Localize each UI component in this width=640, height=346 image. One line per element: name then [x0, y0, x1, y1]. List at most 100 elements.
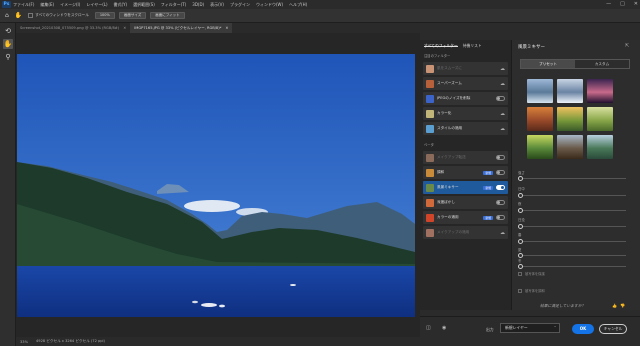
filter-toggle[interactable]	[496, 155, 505, 160]
filter-color-transfer[interactable]: カラーの適用 新規	[423, 211, 508, 224]
rotate-view-icon[interactable]: ⟲	[3, 26, 13, 36]
fit-screen-button[interactable]: 画面サイズ	[118, 12, 147, 19]
preset-thumbnail[interactable]	[587, 79, 613, 103]
zoom-100-button[interactable]: 100%	[94, 12, 115, 19]
harmonize-subject-checkbox[interactable]: 被写体を調和	[518, 288, 545, 293]
slider-track[interactable]	[520, 178, 626, 179]
tab-document-1[interactable]: Screenshot_20210308_075509.png @ 33.3% (…	[16, 23, 130, 33]
filter-name: 肌をスムーズに	[437, 66, 462, 70]
slider-knob[interactable]	[518, 239, 523, 244]
preset-thumbnail[interactable]	[557, 107, 583, 131]
tab-document-2[interactable]: IMGP7165.JPG @ 33% (ピクセルレイヤー, RGB/8)* ✕	[130, 23, 233, 33]
filter-toggle[interactable]	[496, 96, 505, 101]
tab-presets[interactable]: プリセット	[521, 60, 575, 68]
close-icon[interactable]: ✕	[123, 23, 126, 33]
preset-thumbnail[interactable]	[527, 135, 553, 159]
landscape-photo[interactable]	[17, 54, 415, 317]
cloud-download-icon[interactable]: ☁	[500, 66, 505, 72]
home-icon[interactable]: ⌂	[5, 12, 9, 19]
cloud-download-icon[interactable]: ☁	[500, 111, 505, 117]
checkbox-box[interactable]	[518, 288, 522, 293]
tab-custom[interactable]: カスタム	[575, 60, 629, 68]
filter-landscape-mixer[interactable]: 風景ミキサー 新規	[423, 181, 508, 194]
document-tabs: Screenshot_20210308_075509.png @ 33.3% (…	[16, 23, 420, 33]
options-bar: ⌂ ✋ すべてのウィンドウをスクロール 100% 画面サイズ 画面にフィット	[0, 9, 640, 23]
filter-style-transfer[interactable]: スタイルの適用 ☁	[423, 122, 508, 135]
menu-plugins[interactable]: プラグイン	[230, 2, 250, 8]
compare-icon[interactable]: ◫	[426, 325, 431, 331]
zoom-readout[interactable]: 33%	[20, 340, 28, 344]
filter-makeup-apply[interactable]: メイクアップの適用 ☁	[423, 226, 508, 239]
thumbs-up-icon[interactable]: 👍	[612, 303, 617, 308]
hand-tool-icon[interactable]: ✋	[3, 39, 13, 49]
menu-3d[interactable]: 3D(D)	[192, 2, 204, 7]
menu-help[interactable]: ヘルプ(H)	[289, 2, 307, 8]
cancel-button[interactable]: キャンセル	[599, 324, 627, 334]
slider-track[interactable]	[520, 241, 626, 242]
cloud-download-icon[interactable]: ☁	[500, 81, 505, 87]
filter-thumbnail	[426, 79, 434, 88]
fill-screen-button[interactable]: 画面にフィット	[150, 12, 185, 19]
preset-thumbnail[interactable]	[557, 79, 583, 103]
preset-thumbnail[interactable]	[557, 135, 583, 159]
zoom-tool-icon[interactable]: ⚲	[3, 52, 13, 62]
checkbox-box[interactable]	[518, 271, 522, 276]
scroll-all-checkbox[interactable]	[28, 13, 34, 18]
menu-image[interactable]: イメージ(I)	[60, 2, 80, 8]
preset-thumbnail[interactable]	[527, 107, 553, 131]
slider-track[interactable]	[520, 210, 626, 211]
tab-wait-list[interactable]: 待機リスト	[463, 43, 482, 48]
slider-knob[interactable]	[518, 193, 523, 198]
slider-knob[interactable]	[518, 176, 523, 181]
output-select[interactable]: 新規レイヤー ˅	[500, 323, 560, 333]
slider-label: 強さ	[518, 171, 525, 175]
menu-type[interactable]: 書式(Y)	[114, 2, 128, 8]
slider-label: 日没	[518, 218, 525, 222]
preset-thumbnail[interactable]	[587, 107, 613, 131]
slider-track[interactable]	[520, 195, 626, 196]
filter-skin-smoothing[interactable]: 肌をスムーズに ☁	[423, 62, 508, 75]
preset-thumbnail[interactable]	[527, 79, 553, 103]
filter-depth-blur[interactable]: 深度ぼかし	[423, 196, 508, 209]
menu-layer[interactable]: レイヤー(L)	[86, 2, 107, 8]
slider-track[interactable]	[520, 266, 626, 267]
menu-view[interactable]: 表示(V)	[210, 2, 224, 8]
filter-toggle[interactable]	[496, 170, 505, 175]
tab-all-filters[interactable]: すべてのフィルター	[424, 43, 458, 48]
menu-filter[interactable]: フィルター(T)	[161, 2, 186, 8]
feedback-question: 結果に満足していますか？	[540, 303, 586, 308]
slider-track[interactable]	[520, 255, 626, 256]
menu-file[interactable]: ファイル(F)	[13, 2, 34, 8]
filter-toggle[interactable]	[496, 185, 505, 190]
slider-knob[interactable]	[518, 264, 523, 269]
filter-harmonization[interactable]: 調和 新規	[423, 166, 508, 179]
filter-colorize[interactable]: カラー化 ☁	[423, 107, 508, 120]
ok-button[interactable]: OK	[572, 324, 594, 334]
slider-knob[interactable]	[518, 224, 523, 229]
preset-thumbnail[interactable]	[587, 135, 613, 159]
slider-knob[interactable]	[518, 208, 523, 213]
filter-name: メイクアップ転送	[437, 155, 466, 159]
close-icon[interactable]: ✕	[634, 1, 638, 7]
cloud-download-icon[interactable]: ☁	[500, 126, 505, 132]
close-icon[interactable]: ✕	[225, 23, 228, 33]
document-info: 4928 ピクセル x 3264 ピクセル (72 ppi)	[36, 339, 105, 343]
menu-window[interactable]: ウィンドウ(W)	[256, 2, 283, 8]
layer-preview-icon[interactable]: ◉	[442, 325, 446, 331]
slider-track[interactable]	[520, 226, 626, 227]
menu-edit[interactable]: 編集(E)	[40, 2, 54, 8]
menu-select[interactable]: 選択範囲(S)	[133, 2, 155, 8]
minimize-icon[interactable]: —	[606, 1, 611, 7]
filter-toggle[interactable]	[496, 200, 505, 205]
filter-super-zoom[interactable]: スーパーズーム ☁	[423, 77, 508, 90]
protect-subject-checkbox[interactable]: 被写体を保護	[518, 271, 545, 276]
maximize-icon[interactable]: □	[620, 1, 625, 7]
filter-toggle[interactable]	[496, 215, 505, 220]
expand-icon[interactable]: ⇱	[625, 43, 629, 49]
tab-label: IMGP7165.JPG @ 33% (ピクセルレイヤー, RGB/8)*	[134, 26, 222, 30]
cloud-download-icon[interactable]: ☁	[500, 230, 505, 236]
filter-jpeg-artifacts[interactable]: JPEGのノイズを削除	[423, 92, 508, 105]
thumbs-down-icon[interactable]: 👎	[620, 303, 625, 308]
filter-name: 風景ミキサー	[437, 185, 459, 189]
filter-makeup-transfer[interactable]: メイクアップ転送	[423, 151, 508, 164]
